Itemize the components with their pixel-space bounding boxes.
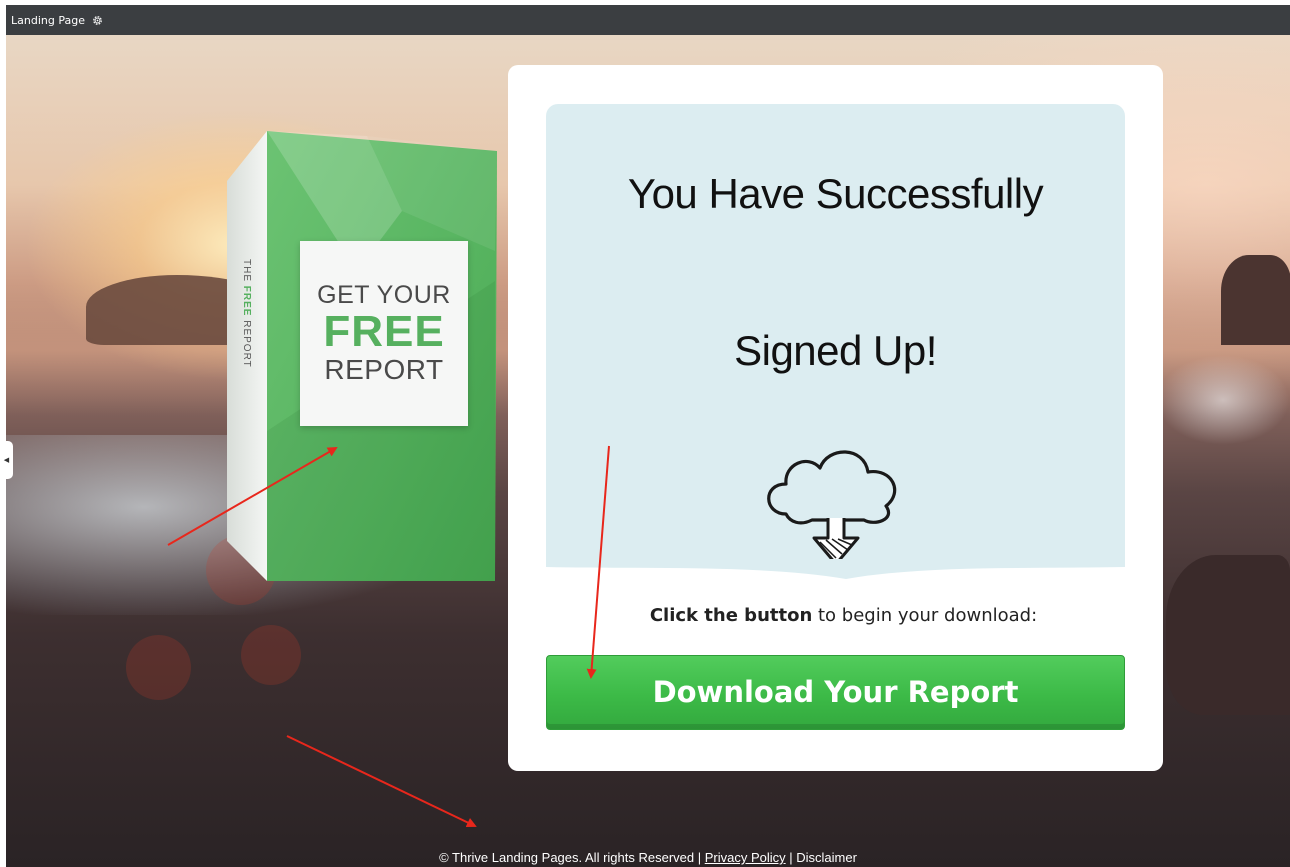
gear-icon[interactable]: [91, 14, 104, 27]
headline-line-2: Signed Up!: [734, 327, 937, 374]
footer-separator: |: [785, 850, 797, 865]
box-cover-label: GET YOUR FREE REPORT: [300, 241, 468, 426]
bokeh-light: [126, 635, 191, 700]
headline-line-1: You Have Successfully: [627, 170, 1044, 217]
footer-copyright: © Thrive Landing Pages. All rights Reser…: [439, 850, 705, 865]
cloud-download-icon: [767, 450, 897, 566]
confirmation-panel: You Have Successfully Signed Up!: [546, 104, 1125, 579]
confirmation-card: You Have Successfully Signed Up! Click t…: [508, 65, 1163, 771]
chevron-left-icon: ◀: [3, 456, 10, 464]
cover-line-1: GET YOUR: [317, 281, 451, 309]
instruction-bold: Click the button: [649, 605, 813, 626]
instruction-rest: to begin your download:: [812, 605, 1038, 626]
spine-highlight: FREE: [241, 285, 252, 317]
editor-toolbar: Landing Page: [6, 5, 1290, 35]
background-rock: [1166, 555, 1290, 715]
download-instruction: Click the button to begin your download:: [508, 605, 1163, 626]
page-footer: © Thrive Landing Pages. All rights Reser…: [6, 850, 1290, 865]
box-spine-text: THE FREE REPORT: [230, 259, 252, 459]
wave-splash: [1156, 355, 1290, 445]
free-report-box: THE FREE REPORT GET YOUR FREE REPORT: [227, 131, 497, 581]
background-rock: [1221, 255, 1290, 345]
spine-prefix: THE: [241, 259, 252, 282]
toolbar-title[interactable]: Landing Page: [11, 14, 85, 27]
panel-wave-edge: [546, 559, 1125, 579]
spine-suffix: REPORT: [241, 320, 252, 368]
privacy-policy-link[interactable]: Privacy Policy: [705, 850, 786, 865]
bokeh-light: [241, 625, 301, 685]
cover-line-2: FREE: [323, 307, 445, 356]
cover-line-3: REPORT: [324, 354, 444, 385]
disclaimer-link[interactable]: Disclaimer: [796, 850, 857, 865]
download-report-button[interactable]: Download Your Report: [546, 655, 1125, 730]
collapse-sidebar-tab[interactable]: ◀: [0, 441, 13, 479]
